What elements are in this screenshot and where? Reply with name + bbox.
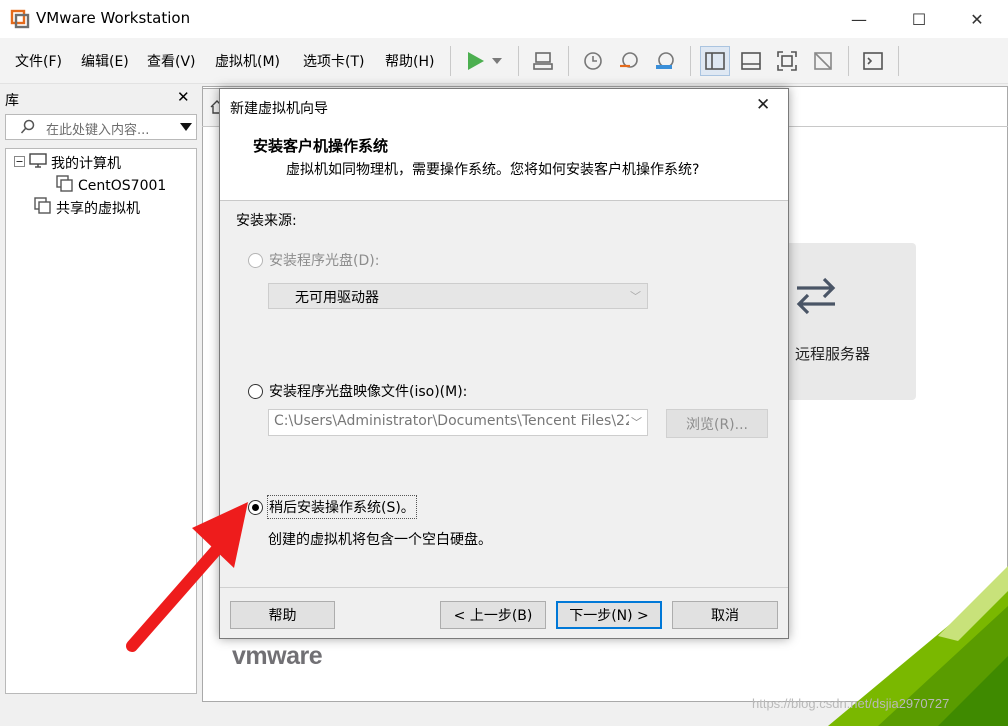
next-button[interactable]: 下一步(N) > [556, 601, 662, 629]
dialog-titlebar: 新建虚拟机向导 ✕ [220, 89, 788, 125]
dialog-subheading: 虚拟机如同物理机，需要操作系统。您将如何安装客户机操作系统? [286, 162, 700, 178]
menubar: 文件(F) 编辑(E) 查看(V) 虚拟机(M) 选项卡(T) 帮助(H) [0, 38, 1008, 84]
revert-snapshot-icon[interactable] [614, 46, 644, 76]
full-screen-icon[interactable] [772, 46, 802, 76]
disc-drive-select: 无可用驱动器 ﹀ [268, 283, 648, 309]
remote-server-label: 远程服务器 [794, 345, 870, 363]
library-title: 库 [5, 93, 19, 109]
show-library-icon[interactable] [700, 46, 730, 76]
menu-view[interactable]: 查看(V) [147, 51, 196, 71]
radio-install-iso[interactable]: 安装程序光盘映像文件(iso)(M): [248, 381, 467, 401]
snapshot-manager-icon[interactable] [650, 46, 680, 76]
install-source-label: 安装来源: [236, 213, 297, 229]
close-library-icon[interactable]: ✕ [177, 88, 190, 106]
menu-edit[interactable]: 编辑(E) [81, 51, 129, 71]
radio-install-iso-label: 安装程序光盘映像文件(iso)(M): [269, 384, 468, 400]
tree-label-vm: CentOS7001 [78, 178, 167, 194]
computer-icon [29, 153, 47, 173]
play-icon[interactable] [460, 46, 490, 76]
radio-install-later-label: 稍后安装操作系统(S)。 [267, 495, 417, 519]
tree-label-my-computer: 我的计算机 [51, 156, 121, 172]
back-button[interactable]: < 上一步(B) [440, 601, 546, 629]
cancel-button[interactable]: 取消 [672, 601, 778, 629]
search-placeholder: 在此处键入内容... [46, 123, 150, 138]
snapshot-icon[interactable] [578, 46, 608, 76]
minimize-icon[interactable]: — [836, 0, 882, 38]
shared-vm-icon [34, 197, 52, 219]
menu-vm[interactable]: 虚拟机(M) [215, 51, 280, 71]
dialog-footer-divider [220, 587, 788, 588]
chevron-down-icon: ﹀ [630, 290, 641, 303]
send-ctrl-alt-del-icon[interactable] [528, 46, 558, 76]
toolbar-separator [450, 46, 451, 76]
dialog-close-icon[interactable]: ✕ [756, 95, 770, 115]
toolbar-separator [690, 46, 691, 76]
vmware-app-icon [10, 9, 30, 29]
swap-arrows-icon [791, 271, 841, 325]
menu-tabs[interactable]: 选项卡(T) [303, 51, 364, 71]
tree-item-vm[interactable]: CentOS7001 [56, 175, 166, 197]
maximize-icon[interactable]: ☐ [896, 0, 942, 38]
thumbnail-bar-icon[interactable] [736, 46, 766, 76]
dialog-header: 安装客户机操作系统 虚拟机如同物理机，需要操作系统。您将如何安装客户机操作系统? [220, 125, 788, 201]
tree-item-shared[interactable]: 共享的虚拟机 [34, 197, 140, 219]
library-search-input[interactable]: 在此处键入内容... [5, 114, 197, 140]
toolbar-separator [898, 46, 899, 76]
dialog-heading: 安装客户机操作系统 [253, 137, 389, 155]
radio-button[interactable] [248, 383, 263, 399]
menu-help[interactable]: 帮助(H) [385, 51, 434, 71]
toolbar-separator [848, 46, 849, 76]
app-title: VMware Workstation [36, 9, 191, 27]
tree-item-my-computer[interactable]: 我的计算机 [14, 153, 121, 173]
app-titlebar: VMware Workstation — ☐ ✕ [0, 0, 1008, 38]
radio-button[interactable] [248, 252, 263, 268]
toolbar-separator [568, 46, 569, 76]
browse-button: 浏览(R)... [666, 409, 768, 438]
search-dropdown-icon[interactable] [180, 120, 192, 136]
dialog-title: 新建虚拟机向导 [230, 101, 328, 117]
radio-install-disc[interactable]: 安装程序光盘(D): [248, 250, 379, 270]
menu-file[interactable]: 文件(F) [15, 51, 62, 71]
install-later-description: 创建的虚拟机将包含一个空白硬盘。 [268, 532, 492, 548]
tree-label-shared: 共享的虚拟机 [56, 201, 140, 217]
toolbar-separator [518, 46, 519, 76]
vm-icon [56, 175, 74, 197]
new-vm-wizard-dialog: 新建虚拟机向导 ✕ 安装客户机操作系统 虚拟机如同物理机，需要操作系统。您将如何… [219, 88, 789, 639]
unity-icon[interactable] [808, 46, 838, 76]
console-view-icon[interactable] [858, 46, 888, 76]
disc-drive-select-value: 无可用驱动器 [295, 290, 379, 306]
search-icon [20, 119, 36, 139]
iso-path-combobox: C:\Users\Administrator\Documents\Tencent… [268, 409, 648, 436]
connect-remote-server-card[interactable]: 远程服务器 [785, 243, 916, 400]
close-icon[interactable]: ✕ [954, 0, 1000, 38]
chevron-down-icon: ﹀ [629, 414, 642, 430]
iso-path-value: C:\Users\Administrator\Documents\Tencent… [274, 413, 643, 429]
play-dropdown-icon[interactable] [488, 46, 506, 76]
red-annotation-arrow [126, 502, 248, 652]
watermark-text: https://blog.csdn.net/dsjia2970727 [752, 696, 950, 711]
radio-install-disc-label: 安装程序光盘(D): [269, 253, 380, 269]
collapse-icon[interactable] [14, 155, 25, 171]
